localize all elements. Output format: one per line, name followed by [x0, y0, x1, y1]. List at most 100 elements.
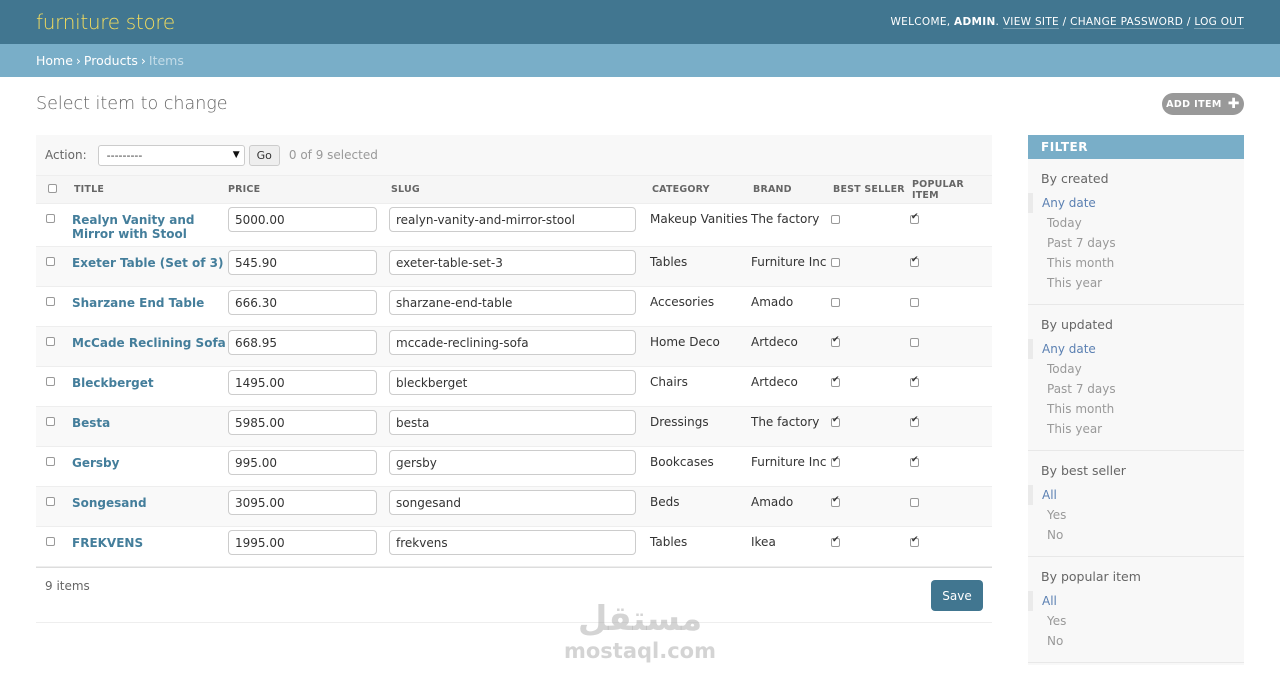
save-button[interactable]: Save: [931, 580, 983, 611]
filter-option[interactable]: Past 7 days: [1028, 233, 1244, 253]
popular-item-checkbox: [910, 455, 919, 467]
item-title-link[interactable]: McCade Reclining Sofa: [72, 335, 226, 350]
slug-cell: bleckberget: [389, 366, 650, 407]
row-select-checkbox[interactable]: [46, 214, 55, 223]
item-title-link[interactable]: Besta: [72, 415, 226, 430]
change-password-link[interactable]: Change password: [1070, 16, 1184, 29]
view-site-link[interactable]: View site: [1002, 16, 1059, 29]
slug-input[interactable]: mccade-reclining-sofa: [389, 330, 636, 355]
filter-option[interactable]: No: [1028, 525, 1244, 545]
filter-option[interactable]: Any date: [1028, 339, 1244, 359]
table-row: Realyn Vanity and Mirror with Stool 5000.…: [36, 203, 992, 247]
row-select-checkbox[interactable]: [46, 257, 55, 266]
slug-input[interactable]: gersby: [389, 450, 636, 475]
item-title-link[interactable]: FREKVENS: [72, 535, 226, 550]
filter-option[interactable]: Yes: [1028, 611, 1244, 631]
row-select-cell: [36, 203, 72, 247]
row-select-checkbox[interactable]: [46, 417, 55, 426]
title-cell: McCade Reclining Sofa: [72, 326, 226, 367]
price-input[interactable]: 5000.00: [228, 207, 377, 232]
slug-input[interactable]: realyn-vanity-and-mirror-stool: [389, 207, 636, 232]
filter-option[interactable]: All: [1028, 485, 1244, 505]
item-title-link[interactable]: Songesand: [72, 495, 226, 510]
price-input[interactable]: 666.30: [228, 290, 377, 315]
go-button[interactable]: Go: [248, 144, 280, 166]
best-seller-cell: [831, 326, 910, 367]
price-input[interactable]: 1995.00: [228, 530, 377, 555]
site-brand[interactable]: furniture store: [36, 10, 175, 34]
row-select-cell: [36, 366, 72, 407]
item-title-link[interactable]: Exeter Table (Set of 3): [72, 255, 226, 270]
filter-option[interactable]: This year: [1028, 273, 1244, 293]
breadcrumb-products[interactable]: Products: [84, 53, 138, 68]
column-header-brand[interactable]: Brand: [751, 175, 831, 204]
filter-option[interactable]: This year: [1028, 419, 1244, 439]
popular-item-checkbox: [910, 498, 919, 507]
filter-option[interactable]: Any date: [1028, 193, 1244, 213]
popular-item-checkbox: [910, 338, 919, 347]
column-header-title[interactable]: Title: [72, 175, 226, 204]
filter-option[interactable]: Today: [1028, 359, 1244, 379]
best-seller-checkbox: [831, 375, 840, 387]
row-select-checkbox[interactable]: [46, 457, 55, 466]
action-select[interactable]: --------- ▼: [97, 144, 245, 166]
price-cell: 5000.00: [226, 203, 389, 247]
category-cell: Dressings: [650, 406, 751, 447]
item-title-link[interactable]: Gersby: [72, 455, 226, 470]
row-select-checkbox[interactable]: [46, 497, 55, 506]
slug-input[interactable]: exeter-table-set-3: [389, 250, 636, 275]
filter-option[interactable]: Past 7 days: [1028, 379, 1244, 399]
best-seller-cell: [831, 203, 910, 247]
popular-item-checkbox: [910, 255, 919, 267]
filter-option[interactable]: No: [1028, 631, 1244, 651]
slug-input[interactable]: sharzane-end-table: [389, 290, 636, 315]
price-input[interactable]: 545.90: [228, 250, 377, 275]
filter-option[interactable]: Yes: [1028, 505, 1244, 525]
table-header-row: Title Price Slug Category Brand Best sel…: [36, 175, 992, 204]
add-item-button[interactable]: Add item ✚: [1162, 93, 1244, 115]
column-header-price[interactable]: Price: [226, 175, 389, 204]
price-input[interactable]: 1495.00: [228, 370, 377, 395]
row-select-checkbox[interactable]: [46, 337, 55, 346]
slug-input[interactable]: bleckberget: [389, 370, 636, 395]
price-input[interactable]: 3095.00: [228, 490, 377, 515]
select-all-checkbox[interactable]: [48, 183, 57, 193]
price-cell: 545.90: [226, 246, 389, 287]
separator: /: [1186, 16, 1191, 28]
column-header-category[interactable]: Category: [650, 175, 751, 204]
filter-options: Any date Today Past 7 days This month This y…: [1028, 193, 1244, 304]
item-title-link[interactable]: Sharzane End Table: [72, 295, 226, 310]
filter-option[interactable]: This month: [1028, 253, 1244, 273]
slug-input[interactable]: songesand: [389, 490, 636, 515]
slug-input[interactable]: besta: [389, 410, 636, 435]
log-out-link[interactable]: Log out: [1194, 16, 1244, 29]
filter-option[interactable]: Today: [1028, 213, 1244, 233]
price-input[interactable]: 995.00: [228, 450, 377, 475]
header-bar: furniture store Welcome, admin. View sit…: [0, 0, 1280, 44]
filter-option[interactable]: This month: [1028, 399, 1244, 419]
row-select-checkbox[interactable]: [46, 297, 55, 306]
slug-cell: besta: [389, 406, 650, 447]
row-select-checkbox[interactable]: [46, 537, 55, 546]
select-all-cell: [36, 175, 72, 204]
best-seller-cell: [831, 406, 910, 447]
best-seller-checkbox: [831, 415, 840, 427]
separator: /: [1062, 16, 1067, 28]
price-input[interactable]: 668.95: [228, 330, 377, 355]
breadcrumb-home[interactable]: Home: [36, 53, 73, 68]
popular-item-cell: [910, 486, 992, 527]
price-input[interactable]: 5985.00: [228, 410, 377, 435]
row-select-cell: [36, 446, 72, 487]
column-header-best-seller[interactable]: Best seller: [831, 175, 910, 204]
watermark: مستقل mostaql.com: [562, 600, 718, 672]
filter-option[interactable]: All: [1028, 591, 1244, 611]
slug-input[interactable]: frekvens: [389, 530, 636, 555]
column-header-popular-item[interactable]: Popular item: [910, 175, 992, 204]
row-select-checkbox[interactable]: [46, 377, 55, 386]
item-title-link[interactable]: Bleckberget: [72, 375, 226, 390]
popular-item-cell: [910, 366, 992, 407]
column-header-slug[interactable]: Slug: [389, 175, 650, 204]
item-title-link[interactable]: Realyn Vanity and Mirror with Stool: [72, 212, 226, 241]
page-title: Select item to change: [36, 94, 228, 114]
results-table: Title Price Slug Category Brand Best sel…: [36, 175, 992, 567]
